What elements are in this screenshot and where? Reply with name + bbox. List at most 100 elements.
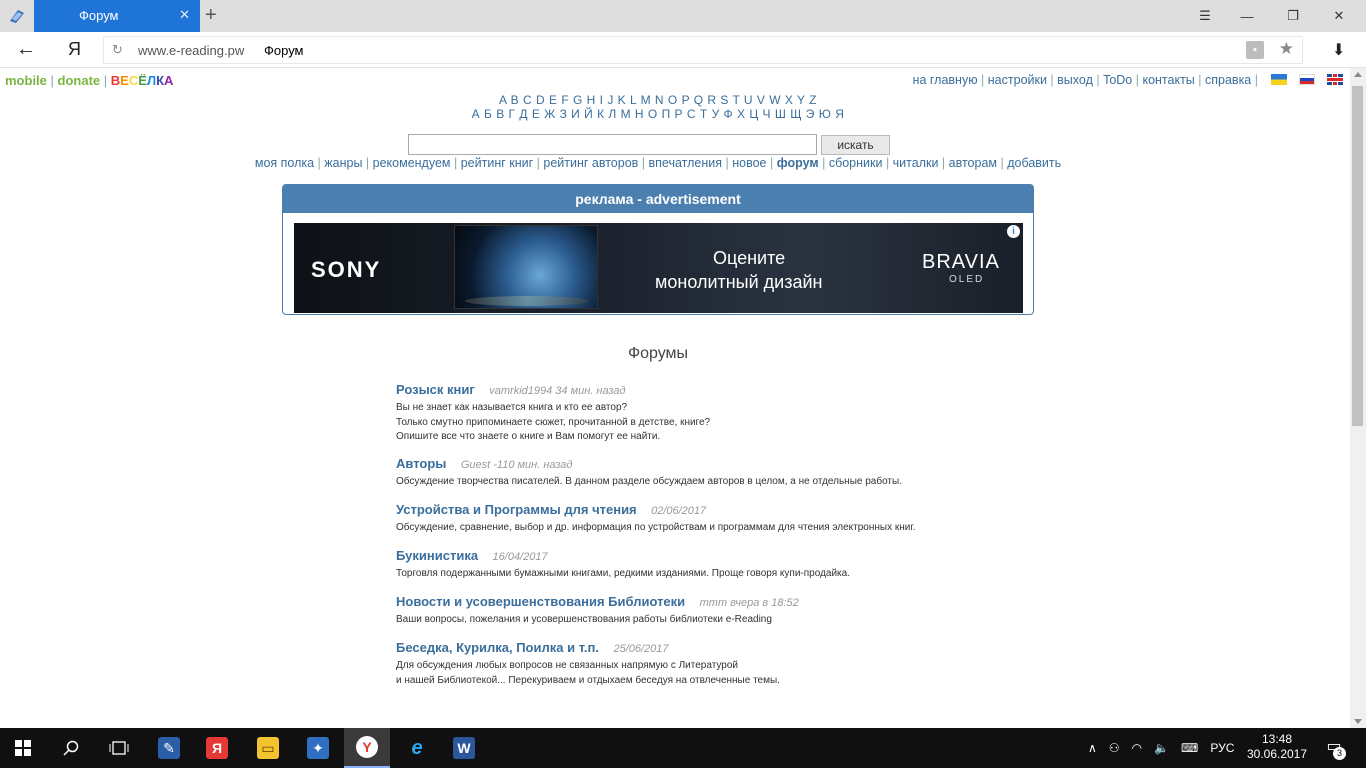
lock-icon[interactable]: ▪: [1246, 41, 1264, 59]
top-right-link[interactable]: на главную: [913, 73, 978, 87]
search-input[interactable]: [408, 134, 817, 155]
bookmark-star-icon[interactable]: ★: [1279, 39, 1294, 59]
forum-link[interactable]: Новости и усовершенствования Библиотеки: [396, 594, 685, 609]
uk-flag-icon[interactable]: [1327, 74, 1343, 85]
wifi-icon[interactable]: ◠: [1132, 741, 1142, 755]
web-page: mobile | donate | ВЕСЁЛКА на главную | н…: [0, 68, 1350, 728]
browser-tabbar: Форум ✕ + ☰ — ❐ ✕: [0, 0, 1366, 32]
nav-link[interactable]: рейтинг книг: [461, 156, 533, 170]
ad-header: реклама - advertisement: [283, 185, 1033, 213]
nav-link[interactable]: новое: [732, 156, 766, 170]
alphabet-cyrillic[interactable]: А Б В Г Д Е Ж З И Й К Л М Н О П Р С Т У …: [0, 107, 1316, 121]
keyboard-icon[interactable]: ⌨: [1181, 741, 1198, 755]
forum-description: Торговля подержанными бумажными книгами,…: [396, 568, 850, 579]
yandex-logo-icon[interactable]: Я: [68, 39, 81, 60]
forums-heading: Форумы: [627, 345, 689, 362]
ad-brand: SONY: [311, 257, 382, 282]
language-flags: [1271, 74, 1343, 85]
tab-title: Форум: [79, 8, 119, 23]
search-button[interactable]: искать: [821, 135, 890, 155]
russia-flag-icon[interactable]: [1299, 74, 1315, 85]
ad-info-icon[interactable]: i: [1007, 225, 1020, 238]
accessibility-icon[interactable]: ⚇: [1109, 741, 1120, 755]
nav-link[interactable]: жанры: [324, 156, 362, 170]
forum-description: Обсуждение, сравнение, выбор и др. инфор…: [396, 522, 916, 533]
show-hidden-icons-icon[interactable]: ∧: [1088, 741, 1097, 755]
page-scrollbar[interactable]: [1350, 68, 1366, 728]
donate-link[interactable]: donate: [58, 73, 101, 88]
taskbar-explorer-icon[interactable]: ▭: [245, 728, 291, 768]
browser-menu-icon[interactable]: [0, 0, 34, 32]
nav-link[interactable]: впечатления: [649, 156, 723, 170]
taskbar-app-ebook-icon[interactable]: ✎: [146, 728, 192, 768]
forum-last-post: mmm вчера в 18:52: [699, 597, 799, 609]
forum-link[interactable]: Букинистика: [396, 548, 478, 563]
forum-item: Авторы Guest -110 мин. назад Обсуждение …: [396, 455, 1096, 490]
volume-icon[interactable]: 🔈: [1154, 741, 1169, 755]
nav-link[interactable]: авторам: [949, 156, 997, 170]
scroll-up-icon[interactable]: [1354, 72, 1362, 77]
search-icon[interactable]: [48, 728, 94, 768]
nav-link[interactable]: форум: [777, 156, 819, 170]
browser-tab-active[interactable]: Форум ✕: [34, 0, 200, 32]
taskbar-internet-explorer-icon[interactable]: e: [394, 728, 440, 768]
forum-description: Обсуждение творчества писателей. В данно…: [396, 476, 902, 487]
new-tab-icon[interactable]: +: [205, 4, 217, 27]
forum-item: Новости и усовершенствования Библиотеки …: [396, 593, 1096, 628]
url-text[interactable]: www.e-reading.pw: [138, 43, 244, 58]
taskbar-yandex-browser-icon[interactable]: Y: [344, 728, 390, 768]
vesyolka-link[interactable]: ВЕСЁЛКА: [111, 73, 174, 88]
alphabet-latin[interactable]: A B C D E F G H I J K L M N O P Q R S T …: [0, 93, 1316, 107]
top-left-links: mobile | donate | ВЕСЁЛКА: [5, 73, 174, 88]
address-bar[interactable]: ↻ www.e-reading.pw Форум ▪ ★: [103, 36, 1303, 64]
nav-link[interactable]: добавить: [1007, 156, 1061, 170]
scroll-down-icon[interactable]: [1354, 719, 1362, 724]
taskbar-word-icon[interactable]: W: [441, 728, 487, 768]
tray-icons: ∧ ⚇ ◠ 🔈 ⌨ РУС: [1088, 728, 1234, 768]
taskbar-yandex-icon[interactable]: Я: [194, 728, 240, 768]
reload-icon[interactable]: ↻: [112, 42, 123, 58]
top-right-link[interactable]: настройки: [988, 73, 1047, 87]
top-right-link[interactable]: ToDo: [1103, 73, 1132, 87]
forum-description: Вы не знает как называется книга и кто е…: [396, 402, 711, 442]
action-center-icon[interactable]: ▭ 3: [1322, 736, 1346, 760]
nav-link[interactable]: читалки: [893, 156, 939, 170]
forum-link[interactable]: Устройства и Программы для чтения: [396, 502, 637, 517]
scroll-thumb[interactable]: [1352, 86, 1363, 426]
nav-link[interactable]: сборники: [829, 156, 883, 170]
tab-close-icon[interactable]: ✕: [179, 7, 190, 23]
forum-link[interactable]: Беседка, Курилка, Поилка и т.п.: [396, 640, 599, 655]
top-right-link[interactable]: справка: [1205, 73, 1251, 87]
task-view-icon[interactable]: [96, 728, 142, 768]
nav-link[interactable]: рейтинг авторов: [543, 156, 638, 170]
forum-last-post: vamrkid1994 34 мин. назад: [489, 385, 626, 397]
minimize-icon[interactable]: —: [1224, 0, 1270, 32]
nav-link[interactable]: рекомендуем: [373, 156, 451, 170]
ad-product-sub: OLED: [949, 274, 985, 285]
forum-link[interactable]: Авторы: [396, 456, 446, 471]
windows-taskbar: ✎ Я ▭ ✦ Y e W ∧ ⚇ ◠ 🔈 ⌨ РУС 13:48 30.06.…: [0, 728, 1366, 768]
browser-menu-hamburger-icon[interactable]: ☰: [1182, 0, 1228, 32]
taskbar-app-icon[interactable]: ✦: [295, 728, 341, 768]
top-right-link[interactable]: контакты: [1142, 73, 1194, 87]
close-window-icon[interactable]: ✕: [1316, 0, 1362, 32]
clock[interactable]: 13:48 30.06.2017: [1245, 732, 1309, 762]
language-indicator[interactable]: РУС: [1210, 741, 1234, 755]
start-button[interactable]: [0, 728, 46, 768]
clock-date: 30.06.2017: [1246, 747, 1308, 761]
ad-banner[interactable]: SONY Оцените монолитный дизайн BRAVIA OL…: [294, 223, 1023, 313]
ukraine-flag-icon[interactable]: [1271, 74, 1287, 85]
forum-description: Ваши вопросы, пожелания и усовершенствов…: [396, 614, 772, 625]
restore-icon[interactable]: ❐: [1270, 0, 1316, 32]
forum-link[interactable]: Розыск книг: [396, 382, 475, 397]
forum-item: Беседка, Курилка, Поилка и т.п. 25/06/20…: [396, 639, 1096, 688]
back-arrow-icon[interactable]: ←: [16, 38, 36, 61]
url-page-title: Форум: [264, 43, 304, 58]
notification-count: 3: [1333, 747, 1346, 760]
download-icon[interactable]: ⬇: [1332, 40, 1345, 60]
forum-item: Розыск книг vamrkid1994 34 мин. назад Вы…: [396, 381, 1096, 445]
mobile-link[interactable]: mobile: [5, 73, 47, 88]
top-right-link[interactable]: выход: [1057, 73, 1093, 87]
forum-description: Для обсуждения любых вопросов не связанн…: [396, 660, 780, 686]
nav-link[interactable]: моя полка: [255, 156, 314, 170]
